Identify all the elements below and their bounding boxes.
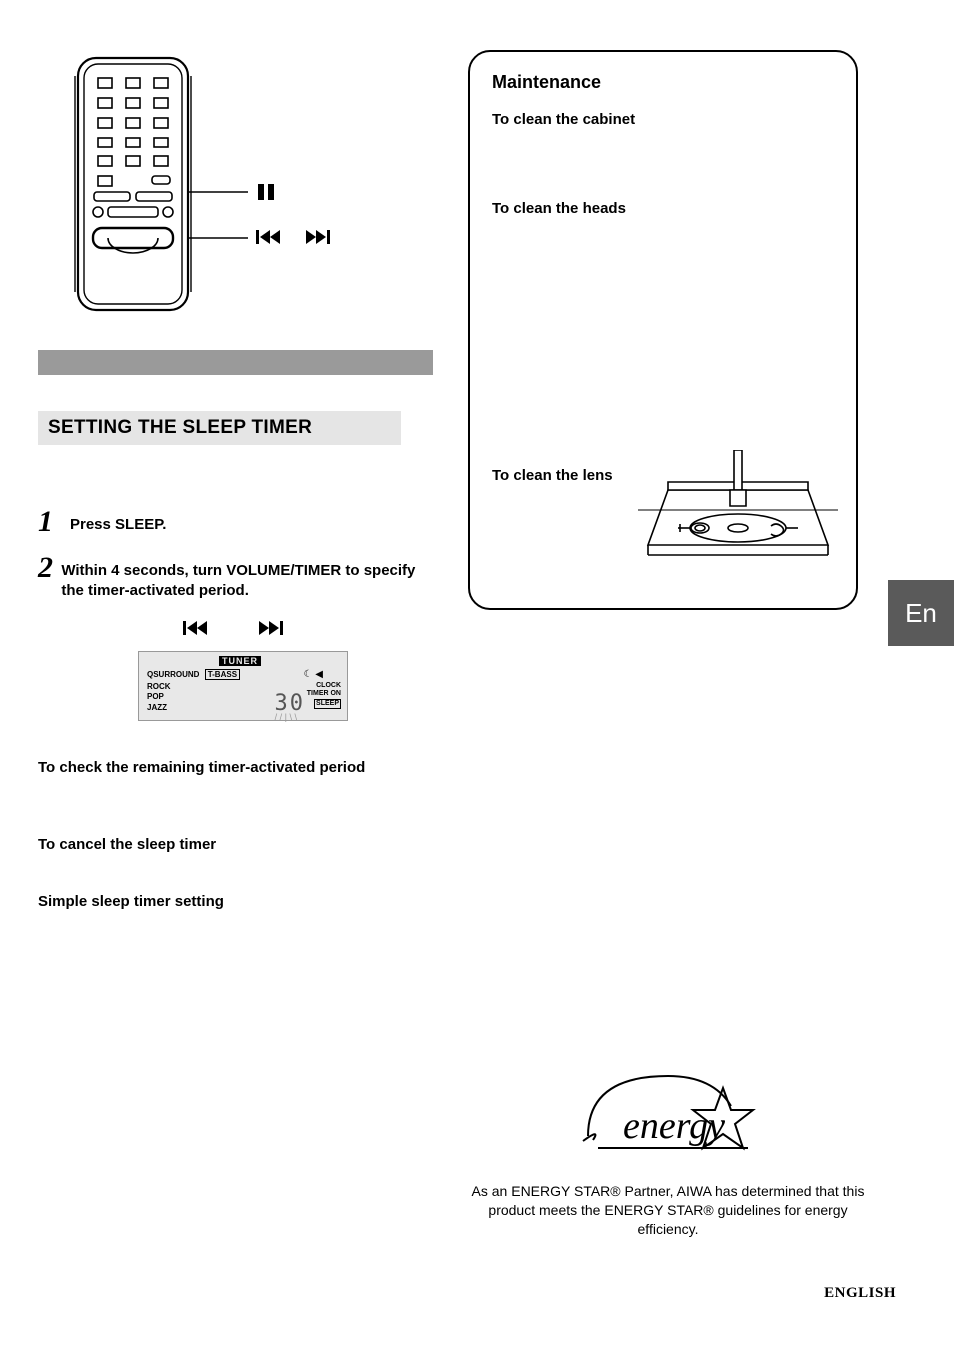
language-tab: En	[888, 580, 954, 646]
remote-diagram	[38, 50, 418, 320]
skip-forward-icon	[259, 621, 283, 635]
lcd-tuner-label: TUNER	[219, 656, 261, 666]
step-2: 2 Within 4 seconds, turn VOLUME/TIMER to…	[38, 553, 438, 600]
step-text: Within 4 seconds, turn VOLUME/TIMER to s…	[61, 553, 438, 600]
skip-back-icon	[183, 621, 207, 635]
maintenance-title: Maintenance	[492, 72, 834, 93]
step-1: 1 Press SLEEP.	[38, 507, 438, 537]
lcd-sleep: SLEEP	[314, 699, 341, 709]
skip-back-icon	[256, 230, 280, 244]
lens-cleaning-diagram	[638, 450, 838, 580]
pause-icon	[258, 184, 274, 200]
maintenance-cabinet: To clean the cabinet	[492, 111, 834, 128]
lcd-pop: POP	[147, 692, 171, 702]
energy-star-block: energy As an ENERGY STAR® Partner, AIWA …	[468, 1058, 868, 1239]
skip-forward-icon	[306, 230, 330, 244]
right-column: Maintenance To clean the cabinet To clea…	[468, 50, 868, 610]
control-icons	[138, 620, 348, 641]
lcd-qsurround: QSURROUND	[147, 670, 199, 679]
lcd-qsurround-row: QSURROUND T-BASS	[147, 670, 240, 679]
lcd-clock: CLOCK	[307, 682, 341, 690]
lcd-screen: TUNER QSURROUND T-BASS ☾ ◀ ROCK POP JAZZ…	[138, 651, 348, 721]
subheading-simple-setting: Simple sleep timer setting	[38, 893, 438, 910]
remote-illustration	[38, 50, 418, 320]
maintenance-heads: To clean the heads	[492, 200, 834, 217]
lcd-tbass: T-BASS	[205, 669, 240, 680]
subheading-cancel-timer: To cancel the sleep timer	[38, 836, 438, 853]
manual-page: SETTING THE SLEEP TIMER 1 Press SLEEP. 2…	[0, 0, 954, 1352]
step-text: Press SLEEP.	[70, 507, 166, 535]
left-column: SETTING THE SLEEP TIMER 1 Press SLEEP. 2…	[38, 50, 438, 910]
lcd-display-diagram: TUNER QSURROUND T-BASS ☾ ◀ ROCK POP JAZZ…	[138, 620, 348, 721]
step-number: 2	[38, 553, 57, 583]
energy-star-logo: energy	[573, 1058, 763, 1168]
lcd-moon-icon: ☾ ◀	[304, 669, 323, 680]
lcd-sunray-icon: / / | \ \	[275, 712, 297, 722]
section-divider-bar	[38, 350, 433, 375]
maintenance-box: Maintenance To clean the cabinet To clea…	[468, 50, 858, 610]
svg-text:energy: energy	[623, 1105, 725, 1147]
footer-language: ENGLISH	[824, 1285, 896, 1302]
lcd-eq-list: ROCK POP JAZZ	[147, 682, 171, 713]
lcd-rock: ROCK	[147, 682, 171, 692]
subheading-check-remaining: To check the remaining timer-activated p…	[38, 759, 438, 776]
step-number: 1	[38, 507, 66, 537]
lcd-timer-on: TIMER ON	[307, 690, 341, 698]
section-heading-sleep-timer: SETTING THE SLEEP TIMER	[38, 411, 401, 445]
energy-star-text: As an ENERGY STAR® Partner, AIWA has det…	[468, 1182, 868, 1239]
lcd-clock-block: CLOCK TIMER ON SLEEP	[307, 682, 341, 709]
lcd-jazz: JAZZ	[147, 703, 171, 713]
